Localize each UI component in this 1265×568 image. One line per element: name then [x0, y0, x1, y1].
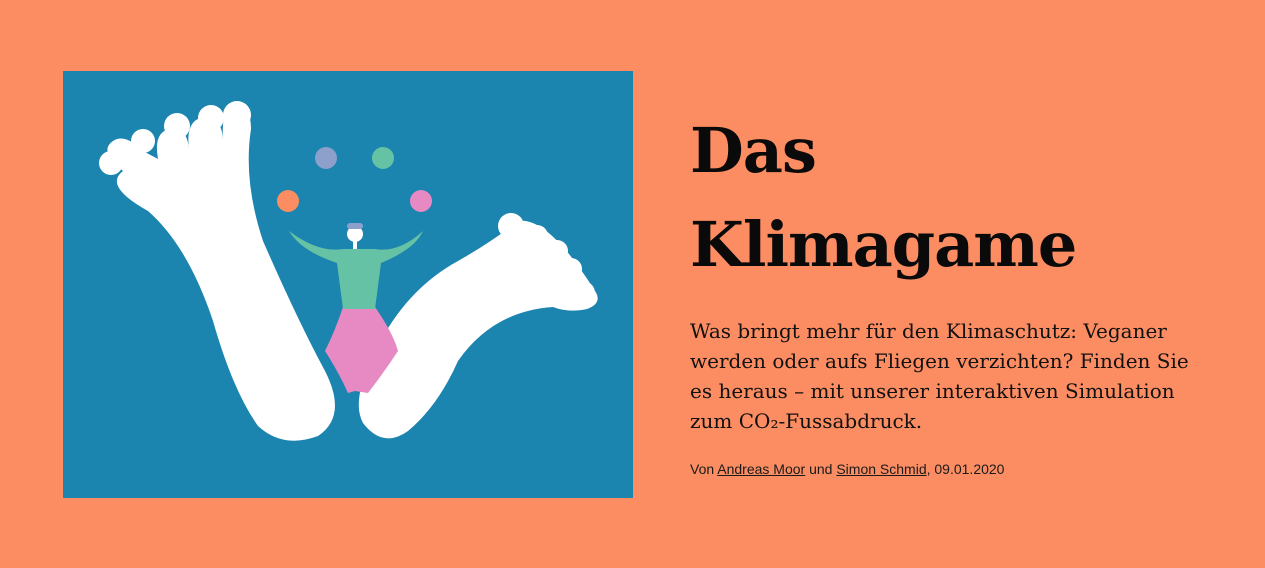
title-line-2: Klimagame — [690, 208, 1077, 281]
byline-conjunction: und — [809, 461, 833, 477]
byline-prefix: Von — [690, 461, 715, 477]
ball-orange-icon — [277, 190, 299, 212]
ball-green-icon — [372, 147, 394, 169]
author-link-simon-schmid[interactable]: Simon Schmid — [836, 461, 926, 477]
byline-date-separator: , — [926, 461, 931, 477]
ball-pink-icon — [410, 190, 432, 212]
hero-illustration — [63, 71, 633, 498]
right-foot-shape — [358, 213, 598, 439]
title-line-1: Das — [690, 114, 817, 187]
byline: Von Andreas Moor und Simon Schmid, 09.01… — [690, 459, 1004, 479]
ball-purple-icon — [315, 147, 337, 169]
juggler-neck-shape — [353, 241, 357, 249]
left-foot-shape — [99, 101, 335, 441]
author-link-andreas-moor[interactable]: Andreas Moor — [717, 461, 805, 477]
publish-date: 09.01.2020 — [934, 461, 1005, 477]
juggler-feet-icon — [99, 101, 598, 441]
article-lead: Was bringt mehr für den Klimaschutz: Veg… — [690, 319, 1189, 433]
article-title: Das Klimagame — [690, 104, 1230, 292]
juggler-hair-shape — [347, 223, 363, 229]
